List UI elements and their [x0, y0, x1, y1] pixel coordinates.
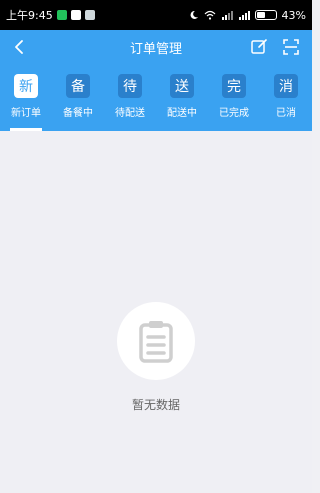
- clipboard-icon: [139, 321, 173, 363]
- wifi-icon: [204, 10, 215, 20]
- tab-badge-cancelled: 消: [274, 74, 298, 98]
- top-bar: 订单管理: [0, 30, 312, 64]
- empty-icon-circle: [117, 302, 195, 380]
- battery-percent: 43%: [281, 8, 306, 22]
- tab-badge-new: 新: [14, 74, 38, 98]
- tab-cancelled[interactable]: 消 已消: [260, 64, 312, 131]
- edit-icon: [251, 39, 267, 54]
- order-status-tabs: 新 新订单 备 备餐中 待 待配送 送 配送中 完 已完成 消 已消: [0, 64, 312, 131]
- tab-preparing[interactable]: 备 备餐中: [52, 64, 104, 131]
- chevron-left-icon: [15, 40, 23, 54]
- tab-label-new: 新订单: [11, 108, 41, 119]
- tab-label-delivering: 配送中: [167, 108, 197, 119]
- header-actions: [248, 36, 302, 58]
- status-left: 上午9:45: [6, 7, 95, 23]
- tab-label-preparing: 备餐中: [63, 108, 93, 119]
- scan-button[interactable]: [280, 36, 302, 58]
- message-notification-icon: [84, 10, 95, 20]
- tab-awaiting-delivery[interactable]: 待 待配送: [104, 64, 156, 131]
- tab-label-awaiting: 待配送: [115, 108, 145, 119]
- tab-badge-completed: 完: [222, 74, 246, 98]
- battery-icon: [254, 10, 277, 20]
- tab-label-completed: 已完成: [219, 108, 249, 119]
- wechat-notification-icon: [56, 10, 67, 20]
- page-title: 订单管理: [129, 41, 182, 57]
- tab-label-cancelled: 已消: [276, 108, 296, 119]
- tab-badge-awaiting: 待: [118, 74, 142, 98]
- empty-state-text: 暂无数据: [131, 398, 180, 412]
- tab-delivering[interactable]: 送 配送中: [156, 64, 208, 131]
- play-notification-icon: [70, 10, 81, 20]
- moon-icon: [190, 10, 198, 19]
- signal-icon: [221, 11, 233, 20]
- status-time: 上午9:45: [6, 9, 53, 22]
- signal-icon-2: [238, 11, 250, 20]
- empty-state: 暂无数据: [0, 302, 312, 413]
- app-screen: 上午9:45 43% 订单管理 新 新订单 备 备餐中 待 待配送 送 配送中 …: [0, 0, 312, 493]
- tab-new-orders[interactable]: 新 新订单: [0, 64, 52, 131]
- tab-badge-delivering: 送: [170, 74, 194, 98]
- status-right: 43%: [189, 9, 306, 22]
- scan-icon: [283, 39, 299, 55]
- edit-button[interactable]: [248, 36, 270, 58]
- tab-completed[interactable]: 完 已完成: [208, 64, 260, 131]
- status-bar: 上午9:45 43%: [0, 0, 312, 30]
- back-button[interactable]: [10, 37, 30, 57]
- tab-badge-preparing: 备: [66, 74, 90, 98]
